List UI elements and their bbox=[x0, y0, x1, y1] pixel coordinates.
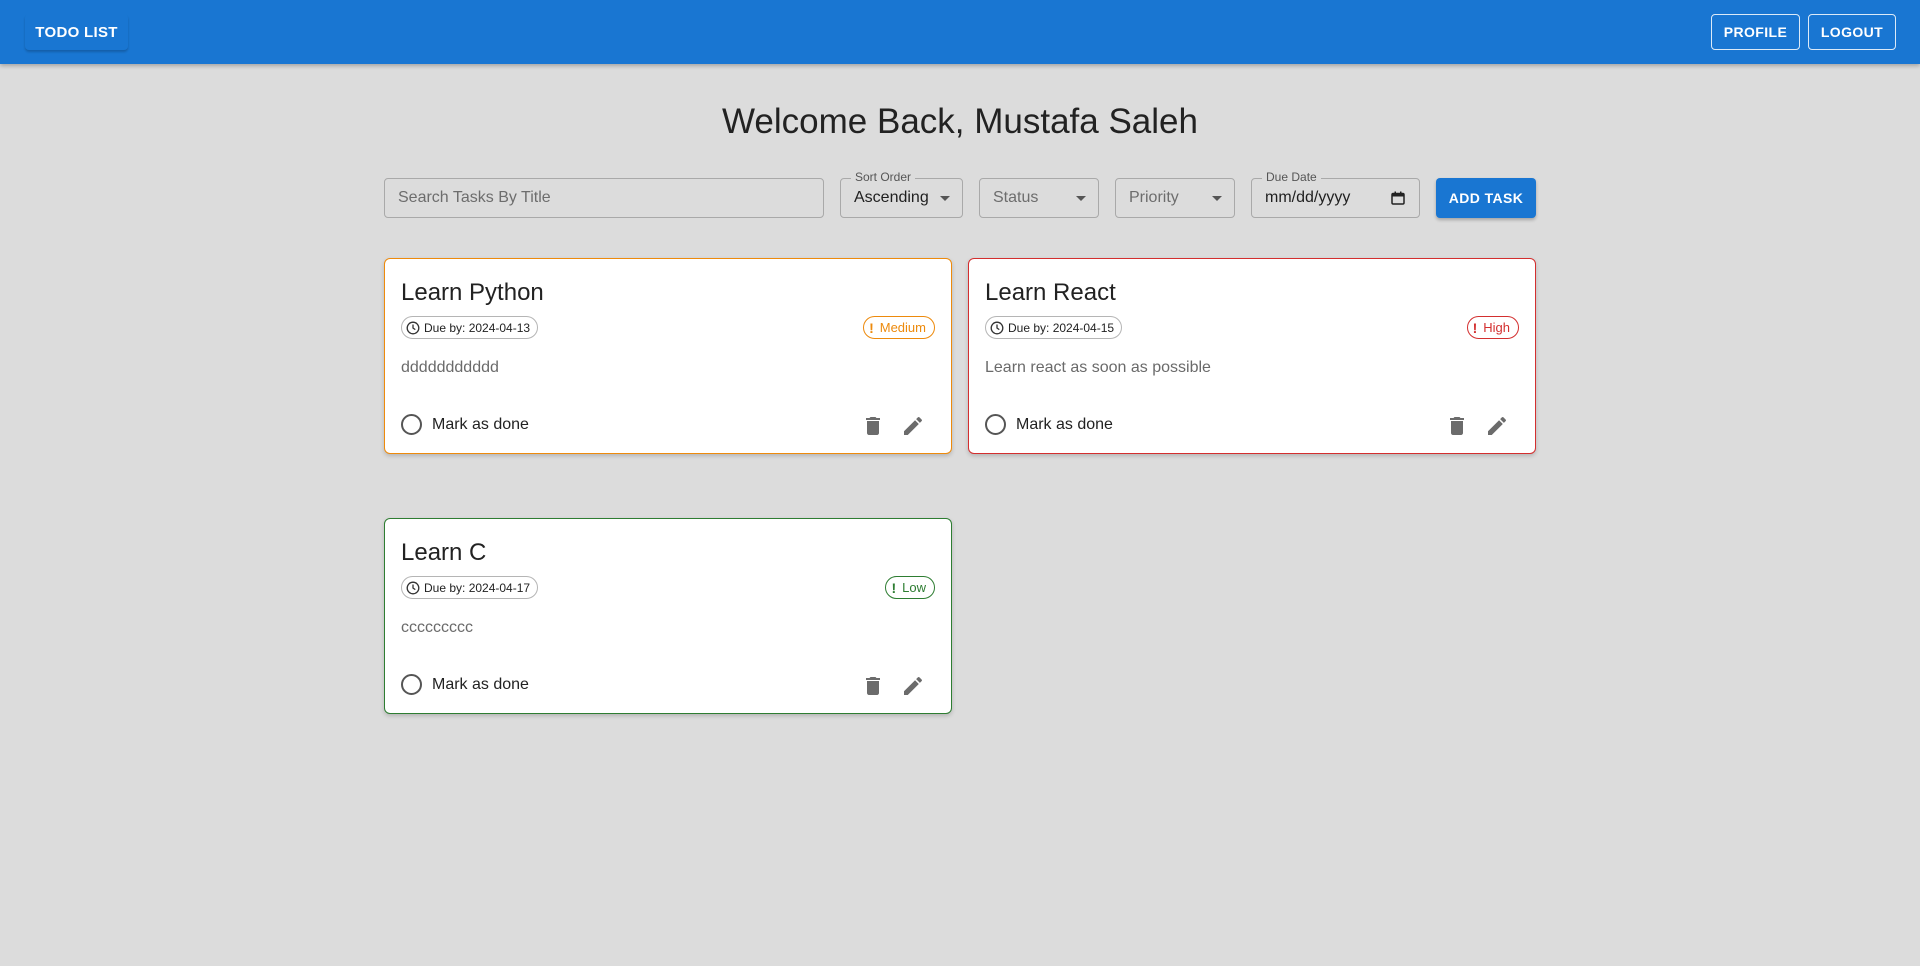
task-description: Learn react as soon as possible bbox=[985, 359, 1211, 376]
priority-badge: ! Low bbox=[885, 576, 935, 599]
status-placeholder: Status bbox=[993, 189, 1039, 206]
logout-button[interactable]: LOGOUT bbox=[1808, 14, 1896, 50]
clock-icon bbox=[990, 321, 1004, 334]
due-date-text: Due by: 2024-04-13 bbox=[424, 320, 531, 335]
mark-done-label: Mark as done bbox=[432, 675, 529, 693]
chevron-down-icon bbox=[1212, 196, 1222, 201]
task-description: ccccccccc bbox=[401, 619, 473, 636]
due-date-placeholder: mm/dd/yyyy bbox=[1265, 189, 1351, 206]
brand-button[interactable]: TODO LIST bbox=[25, 14, 128, 50]
exclamation-icon: ! bbox=[891, 579, 897, 596]
add-task-button[interactable]: ADD TASK bbox=[1436, 178, 1536, 218]
welcome-heading: Welcome Back, Mustafa Saleh bbox=[722, 102, 1198, 141]
mark-done-label: Mark as done bbox=[1016, 415, 1113, 433]
task-card: Learn React Due by: 2024-04-15 ! High Le… bbox=[968, 258, 1536, 454]
app-bar: TODO LIST PROFILE LOGOUT bbox=[0, 0, 1920, 64]
task-card: Learn C Due by: 2024-04-17 ! Low ccccccc… bbox=[384, 518, 952, 714]
due-date-input[interactable]: Due Date mm/dd/yyyy bbox=[1251, 170, 1420, 218]
priority-text: Medium bbox=[879, 320, 926, 335]
task-title: Learn Python bbox=[401, 279, 544, 306]
priority-badge: ! Medium bbox=[863, 316, 935, 339]
calendar-icon[interactable] bbox=[1391, 191, 1405, 210]
chevron-down-icon bbox=[940, 196, 950, 201]
task-title: Learn C bbox=[401, 539, 487, 566]
priority-placeholder: Priority bbox=[1129, 189, 1179, 206]
edit-button[interactable] bbox=[1485, 414, 1509, 438]
due-date-text: Due by: 2024-04-17 bbox=[424, 580, 531, 595]
task-description: ddddddddddd bbox=[401, 359, 499, 376]
sort-order-label: Sort Order bbox=[851, 170, 916, 184]
profile-button[interactable]: PROFILE bbox=[1711, 14, 1800, 50]
sort-order-value: Ascending bbox=[854, 189, 929, 206]
trash-icon bbox=[866, 677, 880, 695]
edit-button[interactable] bbox=[901, 674, 925, 698]
status-select[interactable]: Status bbox=[979, 178, 1099, 218]
radio-unchecked-icon[interactable] bbox=[401, 674, 422, 695]
sort-order-select[interactable]: Sort Order Ascending bbox=[840, 170, 963, 218]
pencil-icon bbox=[1488, 416, 1507, 435]
priority-badge: ! High bbox=[1466, 316, 1519, 339]
pencil-icon bbox=[904, 416, 923, 435]
exclamation-icon: ! bbox=[1472, 319, 1478, 336]
due-date-label: Due Date bbox=[1262, 170, 1321, 184]
trash-icon bbox=[866, 417, 880, 435]
search-input[interactable]: Search Tasks By Title bbox=[384, 178, 824, 218]
task-card: Learn Python Due by: 2024-04-13 ! Medium… bbox=[384, 258, 952, 454]
delete-button[interactable] bbox=[1445, 414, 1469, 438]
radio-unchecked-icon[interactable] bbox=[985, 414, 1006, 435]
trash-icon bbox=[1450, 417, 1464, 435]
search-placeholder: Search Tasks By Title bbox=[398, 189, 551, 206]
mark-done-toggle[interactable]: Mark as done bbox=[401, 414, 529, 435]
task-title: Learn React bbox=[985, 279, 1116, 306]
radio-unchecked-icon[interactable] bbox=[401, 414, 422, 435]
due-date-chip: Due by: 2024-04-15 bbox=[985, 316, 1123, 339]
due-date-chip: Due by: 2024-04-13 bbox=[401, 316, 539, 339]
delete-button[interactable] bbox=[861, 414, 885, 438]
priority-text: Low bbox=[902, 580, 926, 595]
delete-button[interactable] bbox=[861, 674, 885, 698]
clock-icon bbox=[406, 321, 420, 334]
mark-done-toggle[interactable]: Mark as done bbox=[401, 674, 529, 695]
due-date-chip: Due by: 2024-04-17 bbox=[401, 576, 539, 599]
clock-icon bbox=[406, 581, 420, 594]
priority-select[interactable]: Priority bbox=[1115, 178, 1235, 218]
edit-button[interactable] bbox=[901, 414, 925, 438]
mark-done-label: Mark as done bbox=[432, 415, 529, 433]
chevron-down-icon bbox=[1076, 196, 1086, 201]
priority-text: High bbox=[1483, 320, 1510, 335]
exclamation-icon: ! bbox=[869, 319, 874, 336]
pencil-icon bbox=[904, 676, 923, 695]
due-date-text: Due by: 2024-04-15 bbox=[1008, 320, 1115, 335]
mark-done-toggle[interactable]: Mark as done bbox=[985, 414, 1113, 435]
